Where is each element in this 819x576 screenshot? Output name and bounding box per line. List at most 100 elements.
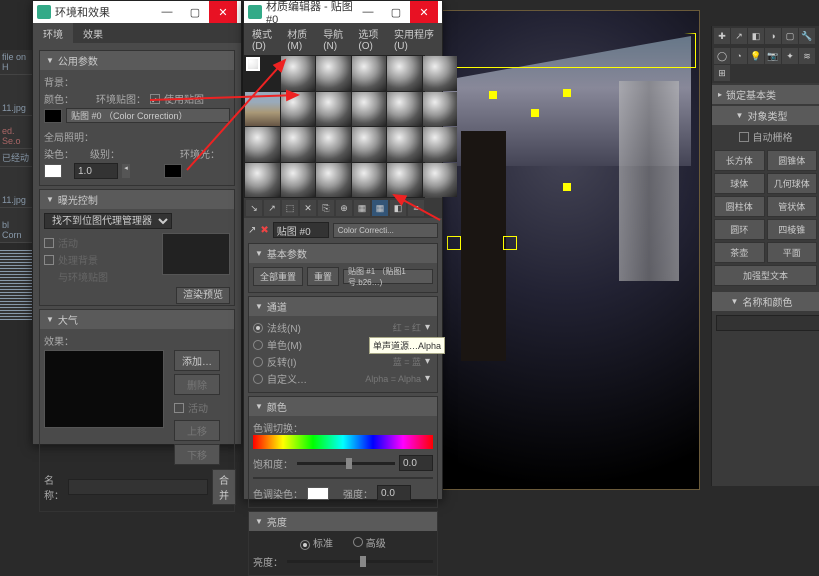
btn-teapot[interactable]: 茶壶 (714, 242, 765, 263)
slot-12[interactable] (245, 127, 280, 162)
section-lightness[interactable]: 亮度 (249, 512, 437, 531)
btn-textplus[interactable]: 加强型文本 (714, 265, 817, 286)
sat-slider[interactable] (346, 458, 352, 469)
namecolor-header[interactable]: 名称和颜色 (712, 292, 819, 311)
section-atmosphere[interactable]: 大气 (40, 310, 234, 329)
cp-modify-icon[interactable]: ↗ (731, 28, 747, 44)
cp-motion-icon[interactable]: ◑ (765, 28, 781, 44)
slot-2[interactable] (316, 56, 351, 91)
ht-nav-icon[interactable]: ≡ (408, 200, 424, 216)
close-button[interactable]: ✕ (410, 1, 438, 23)
slot-20[interactable] (316, 163, 351, 198)
cat-geom-icon[interactable]: ◯ (714, 48, 730, 64)
ht-showend-icon[interactable]: ▦ (372, 200, 388, 216)
slot-5[interactable] (423, 56, 458, 91)
menu-utils[interactable]: 实用程序(U) (390, 25, 438, 53)
procbg-check[interactable] (44, 255, 54, 265)
level-input[interactable] (74, 163, 118, 179)
btn-cylinder[interactable]: 圆柱体 (714, 196, 765, 217)
all-reset-button[interactable]: 全部重置 (253, 267, 303, 286)
menu-material[interactable]: 材质(M) (283, 25, 317, 53)
slot-14[interactable] (316, 127, 351, 162)
btn-plane[interactable]: 平面 (767, 242, 818, 263)
radio-advanced[interactable] (353, 537, 363, 547)
effects-list[interactable] (44, 350, 164, 428)
ht-copy-icon[interactable]: ⎘ (318, 200, 334, 216)
tint-swatch[interactable] (44, 164, 62, 178)
close-button[interactable]: ✕ (209, 1, 237, 23)
btn-sphere[interactable]: 球体 (714, 173, 765, 194)
slot-23[interactable] (423, 163, 458, 198)
slot-6[interactable] (245, 92, 280, 127)
slot-7[interactable] (281, 92, 316, 127)
minimize-button[interactable]: — (354, 1, 382, 23)
cp-create-icon[interactable]: ✚ (714, 28, 730, 44)
radio-standard[interactable] (300, 540, 310, 550)
cat-light-icon[interactable]: 💡 (748, 48, 764, 64)
btn-pyramid[interactable]: 四棱锥 (767, 219, 818, 240)
menu-mode[interactable]: 模式(D) (248, 25, 281, 53)
section-exposure[interactable]: 曝光控制 (40, 190, 234, 209)
slot-10[interactable] (387, 92, 422, 127)
btn-box[interactable]: 长方体 (714, 150, 765, 171)
slot-11[interactable] (423, 92, 458, 127)
delete-button[interactable]: 删除 (174, 374, 220, 395)
up-button[interactable]: 上移 (174, 420, 220, 441)
menu-navigate[interactable]: 导航(N) (319, 25, 352, 53)
slot-15[interactable] (352, 127, 387, 162)
map-name-input[interactable] (273, 222, 329, 238)
maximize-button[interactable]: ▢ (181, 1, 209, 23)
cat-sys-icon[interactable]: ⊞ (714, 65, 730, 81)
strength-input[interactable] (377, 485, 411, 501)
slot-9[interactable] (352, 92, 387, 127)
cp-hier-icon[interactable]: ◧ (748, 28, 764, 44)
cat-space-icon[interactable]: ≋ (799, 48, 815, 64)
ht-make-icon[interactable]: ⊕ (336, 200, 352, 216)
section-color[interactable]: 颜色 (249, 397, 437, 416)
autogrid-check[interactable] (739, 132, 749, 142)
slot-21[interactable] (352, 163, 387, 198)
slot-16[interactable] (387, 127, 422, 162)
mat-titlebar[interactable]: 材质编辑器 - 贴图 #0 — ▢ ✕ (244, 1, 442, 23)
radio-custom[interactable] (253, 374, 263, 384)
slot-17[interactable] (423, 127, 458, 162)
ht-goto-icon[interactable]: ◧ (390, 200, 406, 216)
bg-color-swatch[interactable] (44, 109, 62, 123)
section-common[interactable]: 公用参数 (40, 51, 234, 70)
cp-util-icon[interactable]: 🔧 (799, 28, 815, 44)
slot-1[interactable] (281, 56, 316, 91)
ht-put-icon[interactable]: ↗ (264, 200, 280, 216)
radio-mono[interactable] (253, 340, 263, 350)
ambient-swatch[interactable] (164, 164, 182, 178)
ht-assign-icon[interactable]: ⬚ (282, 200, 298, 216)
cp-display-icon[interactable]: ▢ (782, 28, 798, 44)
cat-cam-icon[interactable]: 📷 (765, 48, 781, 64)
slot-19[interactable] (281, 163, 316, 198)
env-titlebar[interactable]: 环境和效果 — ▢ ✕ (33, 1, 241, 23)
tab-effects[interactable]: 效果 (73, 23, 113, 43)
reset-button[interactable]: 重置 (307, 267, 339, 286)
ht-reset-icon[interactable]: ✕ (300, 200, 316, 216)
section-channel[interactable]: 通道 (249, 297, 437, 316)
tint-swatch[interactable] (307, 487, 329, 500)
sat-input[interactable] (399, 455, 433, 471)
add-button[interactable]: 添加… (174, 350, 220, 371)
obj-name-input[interactable] (716, 315, 819, 331)
btn-tube[interactable]: 管状体 (767, 196, 818, 217)
src-map-button[interactable]: 贴图 #1 （贴图1号.b26…) (343, 269, 433, 284)
slot-22[interactable] (387, 163, 422, 198)
objtype-header[interactable]: 对象类型 (712, 106, 819, 125)
btn-geosphere[interactable]: 几何球体 (767, 173, 818, 194)
cat-helper-icon[interactable]: ✦ (782, 48, 798, 64)
tab-environment[interactable]: 环境 (33, 23, 73, 43)
btn-cone[interactable]: 圆锥体 (767, 150, 818, 171)
level-spinner[interactable]: ◂ (122, 164, 130, 178)
slot-8[interactable] (316, 92, 351, 127)
radio-normal[interactable] (253, 323, 263, 333)
down-button[interactable]: 下移 (174, 444, 220, 465)
active-check[interactable] (44, 238, 54, 248)
pick-icon[interactable]: ↗ (248, 225, 256, 236)
ht-get-icon[interactable]: ↘ (246, 200, 262, 216)
effect-name-input[interactable] (68, 479, 208, 495)
maximize-button[interactable]: ▢ (382, 1, 410, 23)
